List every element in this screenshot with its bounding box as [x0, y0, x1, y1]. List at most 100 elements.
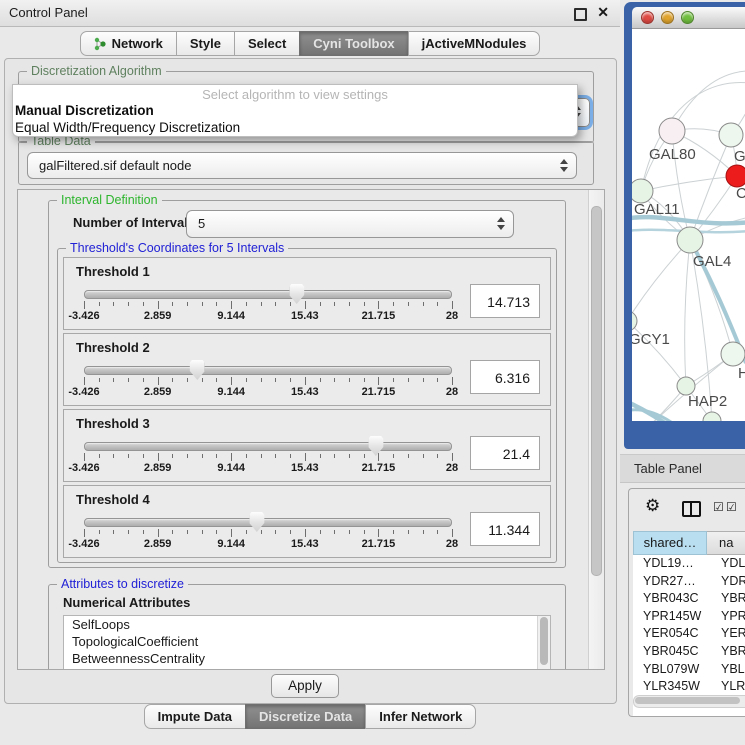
network-edge[interactable]: [632, 240, 690, 321]
tab-jactivemnodules[interactable]: jActiveMNodules: [408, 31, 541, 56]
table-cell[interactable]: YBL0: [707, 661, 745, 679]
tick-mark: [349, 302, 350, 306]
table-cell[interactable]: YDR2: [707, 573, 745, 591]
apply-button[interactable]: Apply: [271, 674, 339, 698]
node-label: GAL80: [649, 146, 696, 163]
network-canvas[interactable]: GAL80GACGAL11GAL4GCY1HHAP2: [632, 29, 745, 421]
table-cell[interactable]: YER054C: [633, 625, 707, 643]
tick-mark: [408, 378, 409, 382]
tab-style[interactable]: Style: [176, 31, 235, 56]
table-cell[interactable]: YDL1: [707, 555, 745, 573]
table-cell[interactable]: YLR3: [707, 678, 745, 696]
threshold-value-field[interactable]: 14.713: [470, 284, 540, 318]
network-edge[interactable]: [672, 71, 745, 131]
table-cell[interactable]: YER0: [707, 625, 745, 643]
zoom-traffic-light[interactable]: [681, 11, 694, 24]
tab-select[interactable]: Select: [234, 31, 300, 56]
network-edge[interactable]: [641, 176, 737, 191]
network-node-ga[interactable]: [719, 123, 743, 147]
slider-track[interactable]: [84, 442, 452, 451]
table-row[interactable]: YER054CYER0: [633, 625, 745, 643]
scrollbar-thumb[interactable]: [540, 617, 548, 665]
numerical-attributes-label: Numerical Attributes: [63, 595, 190, 610]
split-columns-icon[interactable]: [682, 501, 701, 517]
slider-track[interactable]: [84, 366, 452, 375]
list-item[interactable]: TopologicalCoefficient: [64, 633, 550, 650]
threshold-slider[interactable]: -3.4262.8599.14415.4321.71528: [82, 435, 454, 475]
table-data-select[interactable]: galFiltered.sif default node: [27, 152, 577, 179]
network-edge[interactable]: [685, 240, 690, 386]
network-node-gal80[interactable]: [659, 118, 685, 144]
tab-network[interactable]: Network: [80, 31, 177, 56]
attributes-scrollbar[interactable]: [537, 616, 550, 670]
list-item[interactable]: SelfLoops: [64, 616, 550, 633]
dropdown-option-equal-width-frequency[interactable]: Equal Width/Frequency Discretization: [13, 119, 577, 136]
tab-impute-data[interactable]: Impute Data: [144, 704, 246, 729]
table-row[interactable]: YBR045CYBR0: [633, 643, 745, 661]
top-tab-bar: NetworkStyleSelectCyni ToolboxjActiveMNo…: [0, 31, 620, 56]
threshold-slider[interactable]: -3.4262.8599.14415.4321.71528: [82, 283, 454, 323]
threshold-value-field[interactable]: 11.344: [470, 512, 540, 546]
table-row[interactable]: YLR345WYLR3: [633, 678, 745, 696]
horizontal-scrollbar[interactable]: [633, 695, 745, 708]
network-edge[interactable]: [632, 217, 745, 223]
threshold-value-field[interactable]: 21.4: [470, 436, 540, 470]
tab-cyni-toolbox[interactable]: Cyni Toolbox: [299, 31, 408, 56]
table-cell[interactable]: YBR0: [707, 643, 745, 661]
float-window-icon[interactable]: [574, 8, 587, 21]
network-node-gal4[interactable]: [677, 227, 703, 253]
column-header[interactable]: shared…: [633, 531, 707, 555]
tick-mark: [305, 453, 306, 461]
dropdown-option-manual-discretization[interactable]: Manual Discretization: [13, 102, 577, 119]
network-window-titlebar[interactable]: [632, 7, 745, 29]
table-cell[interactable]: YBR0: [707, 590, 745, 608]
tick-mark: [231, 529, 232, 537]
checkbox-icon[interactable]: ☑: [713, 500, 724, 514]
tick-mark: [99, 454, 100, 458]
attributes-list[interactable]: SelfLoopsTopologicalCoefficientBetweenne…: [63, 615, 551, 670]
table-cell[interactable]: YBL079W: [633, 661, 707, 679]
table-row[interactable]: YBR043CYBR0: [633, 590, 745, 608]
table-cell[interactable]: YPR1: [707, 608, 745, 626]
table-row[interactable]: YPR145WYPR1: [633, 608, 745, 626]
close-icon[interactable]: ✕: [597, 4, 609, 21]
threshold-list: Threshold 1-3.4262.8599.14415.4321.71528…: [63, 257, 551, 558]
network-node-h[interactable]: [721, 342, 745, 366]
tick-mark: [305, 377, 306, 385]
vertical-scrollbar[interactable]: [588, 190, 604, 669]
tab-infer-network[interactable]: Infer Network: [365, 704, 476, 729]
slider-track[interactable]: [84, 290, 452, 299]
table-cell[interactable]: YDR27…: [633, 573, 707, 591]
threshold-slider[interactable]: -3.4262.8599.14415.4321.71528: [82, 511, 454, 551]
tab-discretize-data[interactable]: Discretize Data: [245, 704, 366, 729]
minimize-traffic-light[interactable]: [661, 11, 674, 24]
table-row[interactable]: YDL19…YDL1: [633, 555, 745, 573]
tick-mark: [158, 453, 159, 461]
checkbox-icon[interactable]: ☑: [726, 500, 737, 514]
scrollbar-thumb[interactable]: [591, 206, 602, 576]
network-node-gal11[interactable]: [632, 179, 653, 203]
table-cell[interactable]: YPR145W: [633, 608, 707, 626]
slider-ticks: [84, 453, 452, 462]
column-header[interactable]: na: [707, 531, 745, 555]
list-item[interactable]: BetweennessCentrality: [64, 650, 550, 667]
table-row[interactable]: YBL079WYBL0: [633, 661, 745, 679]
num-intervals-select[interactable]: 5: [186, 210, 514, 238]
threshold-value-field[interactable]: 6.316: [470, 360, 540, 394]
network-node-c[interactable]: [726, 165, 745, 187]
gear-icon[interactable]: ⚙: [645, 496, 660, 516]
close-traffic-light[interactable]: [641, 11, 654, 24]
slider-tick-labels: -3.4262.8599.14415.4321.71528: [84, 386, 452, 398]
scrollbar-thumb[interactable]: [635, 697, 740, 704]
network-node-gcy1[interactable]: [632, 311, 637, 331]
tick-mark: [334, 302, 335, 306]
table-cell[interactable]: YDL19…: [633, 555, 707, 573]
table-cell[interactable]: YBR045C: [633, 643, 707, 661]
slider-track[interactable]: [84, 518, 452, 527]
table-row[interactable]: YDR27…YDR2: [633, 573, 745, 591]
tick-mark: [349, 454, 350, 458]
table-cell[interactable]: YLR345W: [633, 678, 707, 696]
table-cell[interactable]: YBR043C: [633, 590, 707, 608]
tick-label: 28: [446, 386, 458, 398]
threshold-slider[interactable]: -3.4262.8599.14415.4321.71528: [82, 359, 454, 399]
